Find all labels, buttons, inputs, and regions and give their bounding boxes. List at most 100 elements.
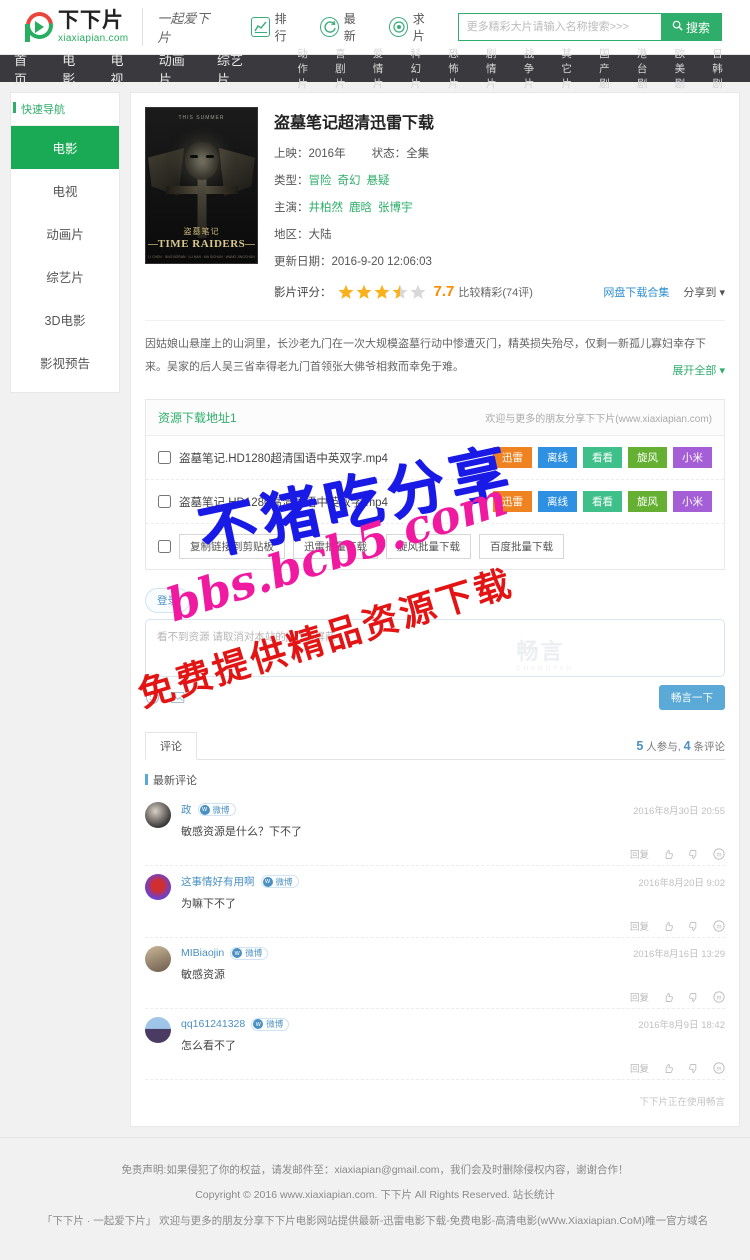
download-file-name[interactable]: 盗墓笔记.HD1280超清国语中英双字.mp4: [179, 450, 388, 466]
thumbs-up-icon[interactable]: [663, 1063, 674, 1074]
comment-author[interactable]: MIBiaojin: [181, 947, 224, 959]
image-icon[interactable]: [170, 690, 185, 705]
nav-item-movie[interactable]: 电影: [62, 50, 82, 88]
login-button[interactable]: 登录: [145, 588, 190, 614]
participants-count: 5: [636, 739, 644, 754]
area-value: 大陆: [308, 229, 332, 241]
search-button[interactable]: 搜索: [661, 14, 721, 40]
nav-item-variety[interactable]: 综艺片: [217, 50, 247, 88]
thumbs-down-icon[interactable]: [688, 849, 699, 860]
comment-item: MIBiaojin w 微博 2016年8月16日 13:29 敏感资源 回复 m: [145, 938, 725, 1010]
actor-link[interactable]: 张博宇: [378, 202, 413, 214]
xuanfeng-batch-button[interactable]: 旋风批量下载: [386, 534, 471, 560]
more-actions-icon[interactable]: m: [713, 920, 725, 932]
comment-input[interactable]: 看不到资源 请取消对本站的js广告屏蔽 畅言 CHANGYAN: [145, 619, 725, 678]
download-file-name[interactable]: 盗墓笔记.HD1280高清国语中英双字.mp4: [179, 494, 388, 510]
reply-button[interactable]: 回复: [630, 1061, 649, 1075]
nav-item-home[interactable]: 首页: [14, 50, 34, 88]
nav-sub-action[interactable]: 动作片: [297, 46, 318, 91]
nav-item-anime[interactable]: 动画片: [159, 50, 189, 88]
reply-button[interactable]: 回复: [630, 847, 649, 861]
nav-sub-jpkr-series[interactable]: 日韩剧: [712, 46, 733, 91]
download-tags: 迅雷 离线 看看 旋风 小米: [493, 491, 712, 513]
download-tag-xiaomi[interactable]: 小米: [673, 447, 712, 469]
copy-links-button[interactable]: 复制链接到剪贴板: [179, 534, 285, 560]
thumbs-down-icon[interactable]: [688, 992, 699, 1003]
sidebar-item-tv[interactable]: 电视: [11, 169, 119, 212]
comment-composer: 登录 看不到资源 请取消对本站的js广告屏蔽 畅言 CHANGYAN 畅言一下: [145, 588, 725, 711]
sidebar-item-movie[interactable]: 电影: [11, 126, 119, 169]
download-checkbox[interactable]: [158, 451, 171, 465]
genre-link[interactable]: 悬疑: [367, 175, 390, 187]
search-box[interactable]: 搜索: [457, 13, 722, 41]
thumbs-down-icon[interactable]: [688, 921, 699, 932]
nav-sub-horror[interactable]: 恐怖片: [448, 46, 469, 91]
expand-description-button[interactable]: 展开全部 ▾: [672, 360, 725, 383]
download-tag-xunlei[interactable]: 迅雷: [493, 447, 532, 469]
select-all-checkbox[interactable]: [158, 540, 171, 554]
nav-sub-drama[interactable]: 剧情片: [486, 46, 507, 91]
tab-comments[interactable]: 评论: [145, 732, 197, 761]
download-tag-xuanfeng[interactable]: 旋风: [628, 491, 667, 513]
genre-link[interactable]: 冒险: [309, 175, 332, 187]
header-link-ranking[interactable]: 排行: [250, 10, 298, 44]
download-tag-xiaomi[interactable]: 小米: [673, 491, 712, 513]
comment-author[interactable]: qq161241328: [181, 1018, 245, 1030]
nav-sub-comedy[interactable]: 喜剧片: [335, 46, 356, 91]
header-link-request[interactable]: 求片: [388, 10, 436, 44]
nav-sub-hktw-series[interactable]: 港台剧: [637, 46, 658, 91]
comment-author[interactable]: 这事情好有用啊: [181, 874, 255, 889]
netdisk-download-link[interactable]: 网盘下载合集: [603, 284, 669, 300]
sidebar-item-3d-movie[interactable]: 3D电影: [11, 298, 119, 341]
actor-link[interactable]: 鹿晗: [349, 202, 372, 214]
poster-art-mask: [184, 142, 219, 180]
search-input[interactable]: [458, 14, 661, 40]
svg-text:m: m: [717, 996, 722, 1002]
download-tag-kankan[interactable]: 看看: [583, 491, 622, 513]
download-tag-kankan[interactable]: 看看: [583, 447, 622, 469]
download-tag-offline[interactable]: 离线: [538, 447, 577, 469]
thumbs-up-icon[interactable]: [663, 921, 674, 932]
sidebar-item-anime[interactable]: 动画片: [11, 212, 119, 255]
reply-button[interactable]: 回复: [630, 919, 649, 933]
sidebar-item-variety[interactable]: 综艺片: [11, 255, 119, 298]
release-label: 上映：: [274, 148, 309, 160]
actor-link[interactable]: 井柏然: [309, 202, 344, 214]
more-actions-icon[interactable]: m: [713, 991, 725, 1003]
sidebar-item-trailers[interactable]: 影视预告: [11, 341, 119, 384]
download-checkbox[interactable]: [158, 495, 171, 509]
download-tag-offline[interactable]: 离线: [538, 491, 577, 513]
thumbs-down-icon[interactable]: [688, 1063, 699, 1074]
share-dropdown[interactable]: 分享到 ▾: [683, 284, 725, 300]
movie-update-row: 更新日期：2016-9-20 12:06:03: [274, 253, 725, 269]
nav-sub-western-series[interactable]: 欧美剧: [675, 46, 696, 91]
site-logo[interactable]: 下下片 xiaxiapian.com: [20, 6, 128, 45]
rating-stars[interactable]: [338, 284, 428, 300]
more-actions-icon[interactable]: m: [713, 1062, 725, 1074]
nav-sub-romance[interactable]: 爱情片: [373, 46, 394, 91]
more-actions-icon[interactable]: m: [713, 848, 725, 860]
nav-sub-war[interactable]: 战争片: [524, 46, 545, 91]
download-tag-xuanfeng[interactable]: 旋风: [628, 447, 667, 469]
header-link-latest[interactable]: 最新: [319, 10, 367, 44]
weibo-icon: w: [253, 1019, 264, 1030]
avatar[interactable]: [145, 946, 171, 973]
baidu-batch-button[interactable]: 百度批量下载: [479, 534, 564, 560]
genre-link[interactable]: 奇幻: [338, 175, 361, 187]
avatar[interactable]: [145, 1017, 171, 1044]
avatar[interactable]: [145, 802, 171, 829]
nav-sub-scifi[interactable]: 科幻片: [411, 46, 432, 91]
download-tag-xunlei[interactable]: 迅雷: [493, 491, 532, 513]
thumbs-up-icon[interactable]: [663, 992, 674, 1003]
nav-item-tv[interactable]: 电视: [110, 50, 130, 88]
nav-sub-mainland-series[interactable]: 国产剧: [599, 46, 620, 91]
reply-button[interactable]: 回复: [630, 990, 649, 1004]
xunlei-batch-button[interactable]: 迅雷批量下载: [293, 534, 378, 560]
thumbs-up-icon[interactable]: [663, 849, 674, 860]
post-comment-button[interactable]: 畅言一下: [659, 685, 725, 711]
avatar[interactable]: [145, 874, 171, 901]
comment-author[interactable]: 政: [181, 802, 192, 817]
movie-poster[interactable]: THIS SUMMER 盗墓笔记 TIME RAIDERS LI CHEN · …: [145, 107, 258, 264]
smiley-icon[interactable]: [145, 690, 160, 705]
nav-sub-other[interactable]: 其它片: [561, 46, 582, 91]
